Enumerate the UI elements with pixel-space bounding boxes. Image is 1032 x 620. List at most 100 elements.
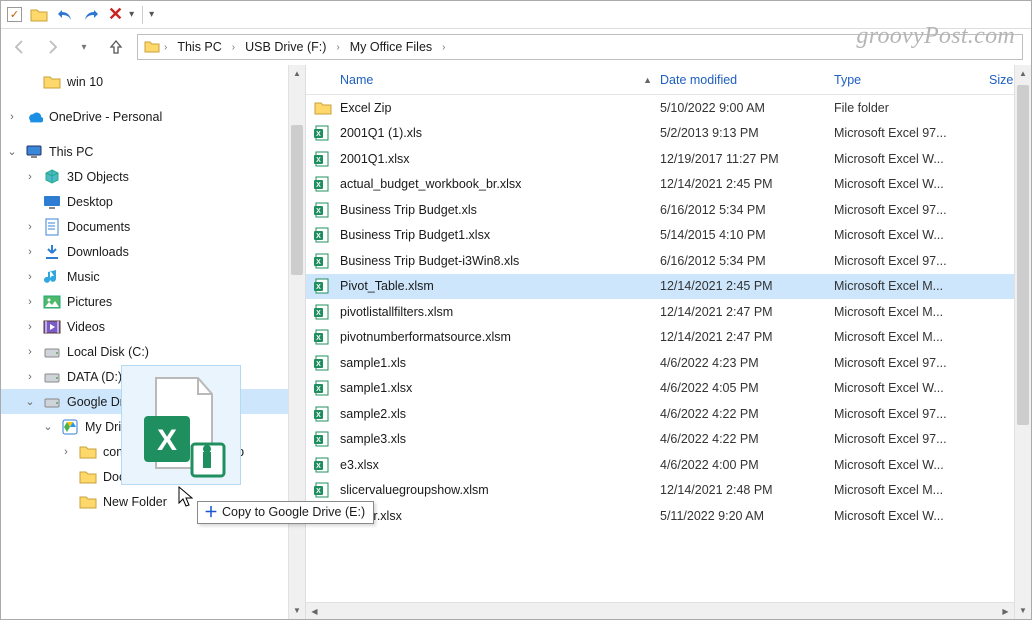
- list-horizontal-scrollbar[interactable]: ◀ ▶: [306, 602, 1014, 619]
- expand-arrow-icon[interactable]: ›: [23, 171, 37, 183]
- file-type: Microsoft Excel W...: [834, 228, 989, 242]
- expand-arrow-icon[interactable]: ›: [23, 321, 37, 333]
- drag-ghost: X: [121, 365, 241, 485]
- nav-up-button[interactable]: [105, 36, 127, 58]
- customize-qat[interactable]: ▾: [149, 9, 154, 20]
- breadcrumb-segment[interactable]: My Office Files: [344, 35, 438, 59]
- file-name: sample1.xlsx: [340, 381, 660, 395]
- file-row[interactable]: Xsample3.xls4/6/2022 4:22 PMMicrosoft Ex…: [306, 427, 1031, 453]
- expand-arrow-icon[interactable]: ›: [59, 446, 73, 458]
- file-row[interactable]: Xsample1.xlsx4/6/2022 4:05 PMMicrosoft E…: [306, 376, 1031, 402]
- tree-node[interactable]: ›Local Disk (C:): [1, 339, 305, 364]
- expand-arrow-icon[interactable]: ›: [23, 76, 37, 88]
- tree-vertical-scrollbar[interactable]: ▲ ▼: [288, 65, 305, 619]
- file-row[interactable]: Xsample2.xls4/6/2022 4:22 PMMicrosoft Ex…: [306, 401, 1031, 427]
- scroll-down-button[interactable]: ▼: [1015, 602, 1031, 619]
- undo-button[interactable]: [56, 7, 74, 23]
- column-header-date[interactable]: Date modified: [660, 65, 834, 94]
- tree-node[interactable]: ›Music: [1, 264, 305, 289]
- chevron-right-icon[interactable]: ›: [232, 42, 235, 53]
- file-row[interactable]: Xactual_budget_workbook_br.xlsx12/14/202…: [306, 172, 1031, 198]
- chevron-right-icon[interactable]: ›: [336, 42, 339, 53]
- folder-icon: [314, 100, 340, 116]
- scroll-down-button[interactable]: ▼: [289, 602, 305, 619]
- tree-node[interactable]: ›win 10: [1, 69, 305, 94]
- delete-button[interactable]: ✕: [108, 4, 123, 25]
- file-row[interactable]: XPivot_Table.xlsm12/14/2021 2:45 PMMicro…: [306, 274, 1031, 300]
- file-row[interactable]: Excel Zip5/10/2022 9:00 AMFile folder: [306, 95, 1031, 121]
- 3d-icon: [43, 168, 61, 186]
- plus-icon: ＋: [204, 506, 218, 518]
- expand-arrow-icon[interactable]: ›: [59, 471, 73, 483]
- file-name: sample3.xls: [340, 432, 660, 446]
- chevron-right-icon[interactable]: ›: [164, 42, 167, 53]
- folder-icon[interactable]: [30, 7, 48, 23]
- file-row[interactable]: XStarter.xlsx5/11/2022 9:20 AMMicrosoft …: [306, 503, 1031, 529]
- column-label: Size: [989, 73, 1013, 87]
- expand-arrow-icon[interactable]: ›: [23, 246, 37, 258]
- file-type: Microsoft Excel 97...: [834, 254, 989, 268]
- file-row[interactable]: XBusiness Trip Budget.xls6/16/2012 5:34 …: [306, 197, 1031, 223]
- docs-icon: [43, 218, 61, 236]
- properties-button[interactable]: ✓: [7, 7, 22, 22]
- breadcrumb-segment[interactable]: USB Drive (F:): [239, 35, 332, 59]
- expand-arrow-icon[interactable]: ⌄: [5, 145, 19, 158]
- pc-icon: [25, 143, 43, 161]
- file-row[interactable]: Xslicervaluegroupshow.xlsm12/14/2021 2:4…: [306, 478, 1031, 504]
- recent-locations-button[interactable]: ▾: [73, 36, 95, 58]
- scroll-up-button[interactable]: ▲: [1015, 65, 1031, 82]
- file-row[interactable]: X2001Q1.xlsx12/19/2017 11:27 PMMicrosoft…: [306, 146, 1031, 172]
- expand-arrow-icon[interactable]: ›: [23, 271, 37, 283]
- file-type: Microsoft Excel M...: [834, 279, 989, 293]
- expand-arrow-icon[interactable]: ›: [23, 296, 37, 308]
- svg-text:X: X: [316, 463, 321, 470]
- file-type: Microsoft Excel M...: [834, 483, 989, 497]
- scroll-thumb[interactable]: [291, 125, 303, 275]
- scroll-thumb[interactable]: [1017, 85, 1029, 425]
- nav-back-button[interactable]: [9, 36, 31, 58]
- file-row[interactable]: Xsample1.xls4/6/2022 4:23 PMMicrosoft Ex…: [306, 350, 1031, 376]
- tree-node[interactable]: ›Pictures: [1, 289, 305, 314]
- file-row[interactable]: XBusiness Trip Budget-i3Win8.xls6/16/201…: [306, 248, 1031, 274]
- scroll-up-button[interactable]: ▲: [289, 65, 305, 82]
- excel-icon: X: [314, 457, 340, 473]
- tree-node[interactable]: ›3D Objects: [1, 164, 305, 189]
- column-header-type[interactable]: Type: [834, 65, 989, 94]
- pictures-icon: [43, 293, 61, 311]
- tree-node[interactable]: ›Downloads: [1, 239, 305, 264]
- file-name: Business Trip Budget1.xlsx: [340, 228, 660, 242]
- tree-node[interactable]: ⌄This PC: [1, 139, 305, 164]
- column-header-name[interactable]: Name▲: [340, 65, 660, 94]
- nav-forward-button[interactable]: [41, 36, 63, 58]
- tree-node[interactable]: ›Videos: [1, 314, 305, 339]
- file-row[interactable]: Xe3.xlsx4/6/2022 4:00 PMMicrosoft Excel …: [306, 452, 1031, 478]
- svg-text:X: X: [316, 208, 321, 215]
- file-type: Microsoft Excel 97...: [834, 356, 989, 370]
- scroll-left-button[interactable]: ◀: [306, 603, 323, 619]
- expand-arrow-icon[interactable]: ›: [23, 221, 37, 233]
- excel-icon: X: [314, 202, 340, 218]
- expand-arrow-icon[interactable]: ›: [23, 196, 37, 208]
- tree-node[interactable]: ›Documents: [1, 214, 305, 239]
- scroll-right-button[interactable]: ▶: [997, 603, 1014, 619]
- file-row[interactable]: Xpivotlistallfilters.xlsm12/14/2021 2:47…: [306, 299, 1031, 325]
- expand-arrow-icon[interactable]: ›: [23, 346, 37, 358]
- file-date: 12/14/2021 2:48 PM: [660, 483, 834, 497]
- list-vertical-scrollbar[interactable]: ▲ ▼: [1014, 65, 1031, 619]
- expand-arrow-icon[interactable]: ›: [5, 111, 19, 123]
- file-row[interactable]: XBusiness Trip Budget1.xlsx5/14/2015 4:1…: [306, 223, 1031, 249]
- expand-arrow-icon[interactable]: ›: [59, 496, 73, 508]
- expand-arrow-icon[interactable]: ›: [23, 371, 37, 383]
- tree-node[interactable]: ›Desktop: [1, 189, 305, 214]
- file-row[interactable]: Xpivotnumberformatsource.xlsm12/14/2021 …: [306, 325, 1031, 351]
- tree-node[interactable]: ›OneDrive - Personal: [1, 104, 305, 129]
- delete-dropdown[interactable]: ▾: [129, 9, 134, 20]
- chevron-right-icon[interactable]: ›: [442, 42, 445, 53]
- column-label: Type: [834, 73, 861, 87]
- redo-button[interactable]: [82, 7, 100, 23]
- expand-arrow-icon[interactable]: ⌄: [41, 420, 55, 433]
- file-row[interactable]: X2001Q1 (1).xls5/2/2013 9:13 PMMicrosoft…: [306, 121, 1031, 147]
- expand-arrow-icon[interactable]: ⌄: [23, 395, 37, 408]
- file-type: Microsoft Excel W...: [834, 509, 989, 523]
- breadcrumb-segment[interactable]: This PC: [171, 35, 227, 59]
